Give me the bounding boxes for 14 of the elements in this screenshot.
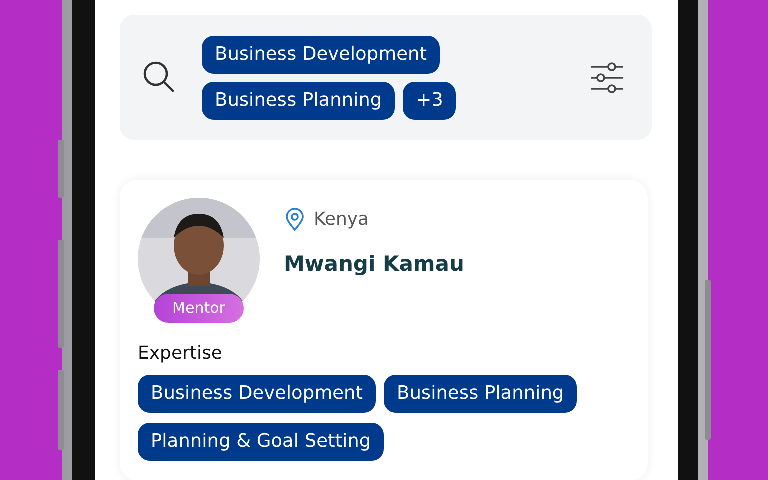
filter-icon[interactable]	[590, 62, 624, 94]
expertise-tag: Planning & Goal Setting	[138, 423, 384, 461]
location-text: Kenya	[314, 208, 370, 232]
search-bar[interactable]: Business Development Business Planning +3	[120, 15, 652, 140]
filter-chip[interactable]: Business Development	[202, 36, 440, 74]
role-badge: Mentor	[154, 294, 244, 323]
filter-chip[interactable]: +3	[403, 82, 456, 120]
filter-chip[interactable]: Business Planning	[202, 82, 396, 120]
mentor-card[interactable]: Mentor Kenya Mwangi Kamau Expertise Business Development Business Planning Planning & Goal Setting	[120, 180, 648, 480]
section-label: Expertise	[138, 342, 224, 366]
location-pin-icon	[284, 208, 306, 232]
mentor-name: Mwangi Kamau	[284, 251, 464, 278]
expertise-tag: Business Development	[138, 375, 376, 413]
expertise-tag: Business Planning	[384, 375, 578, 413]
